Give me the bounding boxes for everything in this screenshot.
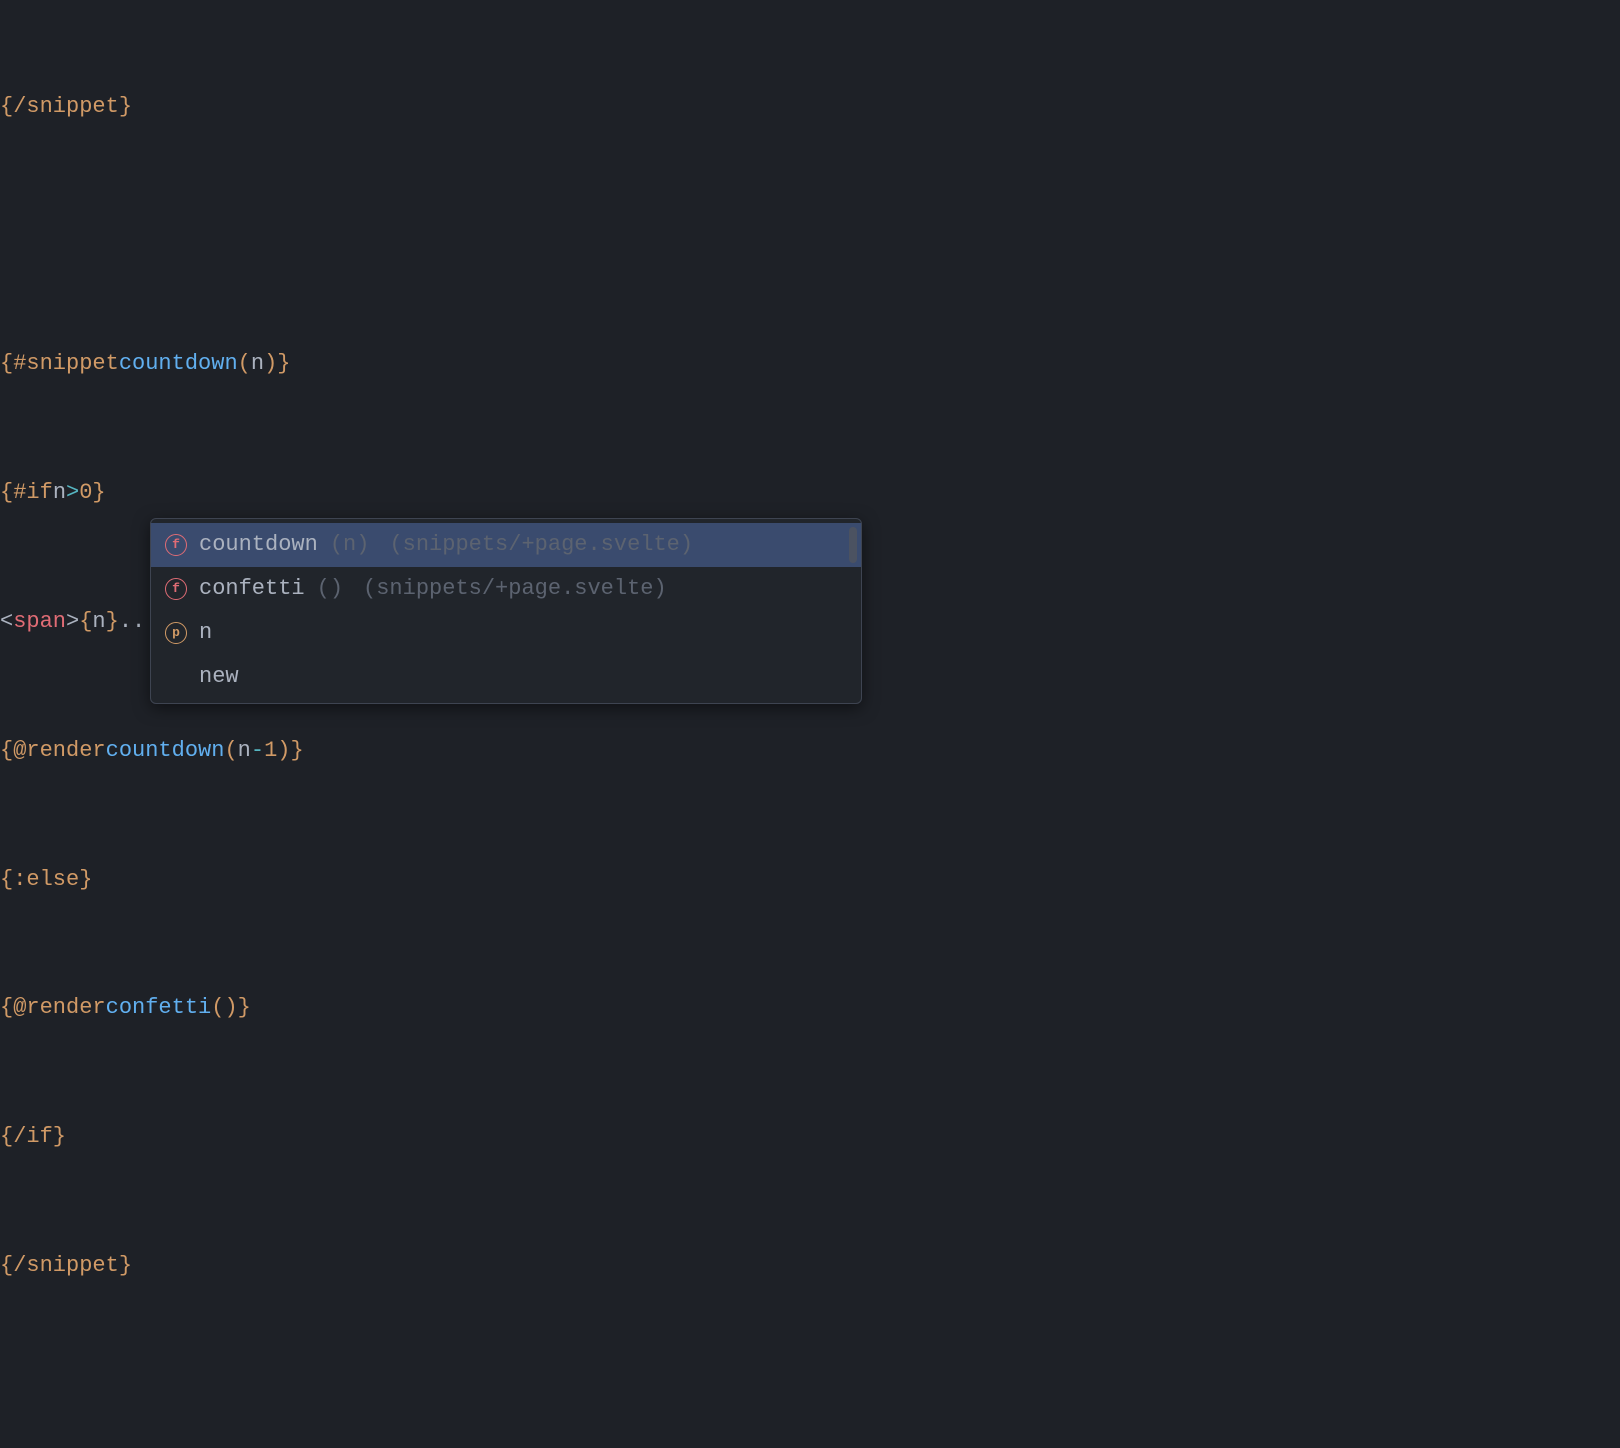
var: n [53,472,66,515]
brace: } [106,601,119,644]
number: 0 [79,472,92,515]
param: n [251,343,264,386]
angle: > [66,601,79,644]
number: 1 [264,730,277,773]
tag: span [13,601,66,644]
parameter-icon: p [165,622,187,644]
fn-name: countdown [106,730,225,773]
fn-name: confetti [106,987,212,1030]
completion-name: new [199,656,239,699]
code-line[interactable]: {@render countdown(n - 1)} [0,730,1620,773]
brace: { [79,601,92,644]
function-icon: f [165,578,187,600]
autocomplete-item[interactable]: f confetti () (snippets/+page.svelte) [151,567,861,611]
completion-signature: (n) [330,524,370,567]
code-line[interactable]: {/snippet} [0,86,1620,129]
paren: ) [264,343,277,386]
block-keyword: {#snippet [0,343,119,386]
code-line[interactable]: {:else} [0,858,1620,901]
var: n [92,601,105,644]
blank-icon [165,666,187,688]
code-line[interactable]: {#snippet countdown(n)} [0,343,1620,386]
blank-line[interactable] [0,215,1620,258]
parens: () [211,987,237,1030]
scrollbar-thumb[interactable] [849,527,857,563]
block-keyword: {@render [0,730,106,773]
blank-line[interactable] [0,1374,1620,1417]
brace: } [92,472,105,515]
block-keyword: {:else} [0,859,92,902]
block-keyword: {#if [0,472,53,515]
block-keyword: {@render [0,987,106,1030]
code-line[interactable]: {/if} [0,1116,1620,1159]
autocomplete-item[interactable]: new [151,655,861,699]
tag-open: < [0,601,13,644]
brace: } [290,730,303,773]
code-line[interactable]: {#if n > 0} [0,472,1620,515]
function-icon: f [165,534,187,556]
paren: ( [238,343,251,386]
paren: ) [277,730,290,773]
snippet-close: {/snippet} [0,86,132,129]
code-line[interactable]: {@render confetti()} [0,987,1620,1030]
snippet-close: {/snippet} [0,1245,132,1288]
completion-name: confetti [199,568,305,611]
completion-signature: () [317,568,343,611]
block-keyword: {/if} [0,1116,66,1159]
brace: } [238,987,251,1030]
completion-name: countdown [199,524,318,567]
autocomplete-item[interactable]: p n [151,611,861,655]
autocomplete-item[interactable]: f countdown (n) (snippets/+page.svelte) [151,523,861,567]
completion-path: (snippets/+page.svelte) [363,568,667,611]
operator: > [66,472,79,515]
fn-name: countdown [119,343,238,386]
operator: - [251,730,264,773]
completion-path: (snippets/+page.svelte) [389,524,693,567]
paren: ( [224,730,237,773]
autocomplete-popup[interactable]: f countdown (n) (snippets/+page.svelte) f… [150,518,862,704]
brace: } [277,343,290,386]
code-line[interactable]: {/snippet} [0,1245,1620,1288]
var: n [238,730,251,773]
completion-name: n [199,612,212,655]
code-editor[interactable]: {/snippet} {#snippet countdown(n)} {#if … [0,0,1620,1448]
